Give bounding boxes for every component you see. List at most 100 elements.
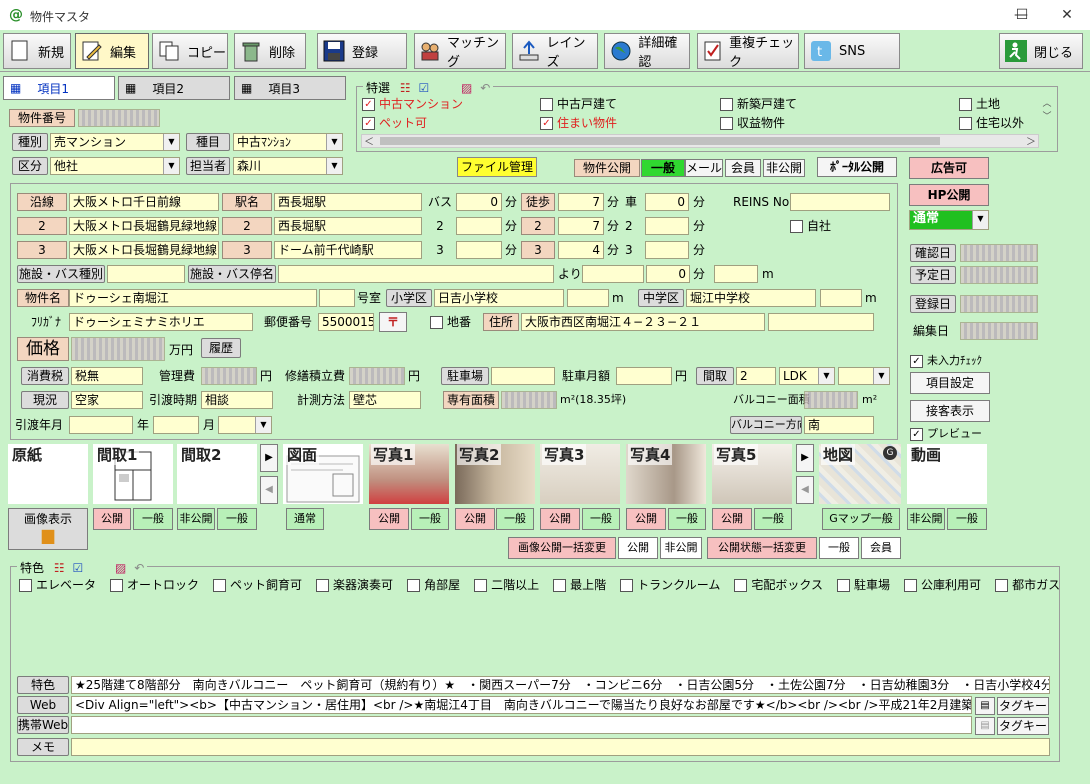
show-image-button[interactable]: 画像表示 ▆ [8,508,88,550]
balcony-dir-field[interactable]: 南 [804,416,874,434]
mi-nyuryoku-checkbox[interactable]: ✓ 未入力ﾁｪｯｸ [910,352,982,370]
car-field[interactable] [645,217,689,235]
img-ippan-button[interactable]: 一般 [754,508,792,530]
photo1-thumb[interactable]: 写真1 [369,444,449,504]
reins-button[interactable]: レインズ [512,33,598,70]
tab-item3[interactable]: ▦ 項目3 [234,76,346,100]
img-ippan-button[interactable]: 一般 [217,508,257,530]
chiban-checkbox[interactable]: 地番 [430,313,471,331]
henshu-field[interactable] [960,322,1038,340]
tokushoku-checkbox[interactable]: ペット飼育可 [213,577,302,593]
jisha-checkbox[interactable]: 自社 [790,217,831,235]
pub-kaiin-button[interactable]: 会員 [725,159,761,177]
img-tsujo-button[interactable]: 通常 [286,508,324,530]
status-select[interactable]: 通常 ▼ [909,210,989,230]
photo2-thumb[interactable]: 写真2 [455,444,535,504]
memo-field[interactable] [71,738,1050,756]
genshi-thumb[interactable]: 原紙 [8,444,88,504]
tokushoku-text-button[interactable]: 特色 [17,676,69,694]
shogaku-dist-field[interactable] [567,289,609,307]
detail-button[interactable]: 詳細確認 [604,33,690,70]
img-ippan-button[interactable]: 一般 [582,508,620,530]
ad-button[interactable]: 広告可 [909,157,989,179]
chugaku-button[interactable]: 中学区 [638,289,684,307]
zumen-thumb[interactable]: 図面 [283,444,363,504]
img-kokai-button[interactable]: 公開 [93,508,131,530]
shumoku-button[interactable]: 種目 [186,133,230,151]
postal-lookup-button[interactable]: 〒 [379,312,407,332]
price-field[interactable] [71,337,165,361]
pub-ippan-button[interactable]: 一般 [641,159,685,177]
hp-button[interactable]: HP公開 [909,184,989,206]
edit-button[interactable]: 編集 [75,33,149,69]
chugaku-dist-field[interactable] [820,289,862,307]
tokusen-checkbox[interactable]: 中古戸建て [540,96,617,112]
sekkyaku-button[interactable]: 接客表示 [910,400,990,422]
img-kokai-button[interactable]: 公開 [626,508,666,530]
img-ippan-button[interactable]: 一般 [133,508,173,530]
dist-field[interactable]: 0 [646,265,690,283]
tax-button[interactable]: 消費税 [21,367,69,385]
tokusen-checkbox[interactable]: ✓ 住まい物件 [540,115,617,131]
img-kokai-button[interactable]: 公開 [369,508,409,530]
bulk-kaiin-button[interactable]: 会員 [861,537,901,559]
balcony-dir-button[interactable]: バルコニー方向 [730,416,802,434]
delete-button[interactable]: 削除 [234,33,306,69]
img-hikokai-button[interactable]: 非公開 [907,508,945,530]
bus-stop-field[interactable] [278,265,554,283]
img-kokai-button[interactable]: 公開 [540,508,580,530]
preview-checkbox[interactable]: ✓ プレビュー [910,425,982,443]
bus-stop-button[interactable]: 施設・バス停名 [188,265,276,283]
tab-item1[interactable]: ▦ 項目1 [3,76,115,100]
bukken-no-field[interactable] [78,109,160,127]
toroku-button[interactable]: 登録日 [910,295,956,313]
img-kokai-button[interactable]: 公開 [455,508,495,530]
tokusen-checkbox[interactable]: 土地 [959,96,1000,112]
car-field[interactable] [645,241,689,259]
route-line-field[interactable]: 大阪メトロ長堀鶴見緑地線 [69,241,219,259]
koumoku-button[interactable]: 項目設定 [910,372,990,394]
kakunin-button[interactable]: 確認日 [910,244,956,262]
madori-type-select[interactable]: LDK ▼ [779,367,835,385]
senyu-field[interactable] [501,391,557,409]
sns-button[interactable]: t SNS [804,33,900,69]
shumoku-select[interactable]: 中古ﾏﾝｼｮﾝ ▼ [233,133,343,151]
keisoku-field[interactable]: 壁芯 [349,391,421,409]
shubetsu-select[interactable]: 売マンション ▼ [50,133,180,151]
tokushoku-checkbox[interactable]: 駐車場 [837,577,890,593]
bus-field[interactable]: 0 [456,193,502,211]
tokusen-hscroll[interactable]: ＜ ＞ [361,134,1039,148]
zip-field[interactable]: 5500015 [318,313,374,331]
scroll-thumb[interactable] [380,137,940,145]
img-ippan-button[interactable]: 一般 [411,508,449,530]
tab-item2[interactable]: ▦ 項目2 [118,76,230,100]
madori-extra-select[interactable]: ▼ [838,367,890,385]
madori-no-field[interactable]: 2 [736,367,776,385]
video-thumb[interactable]: 動画 [907,444,987,504]
photo5-thumb[interactable]: 写真5 [712,444,792,504]
pub-hikokai-button[interactable]: 非公開 [763,159,805,177]
photo3-thumb[interactable]: 写真3 [540,444,620,504]
register-button[interactable]: 登録 [317,33,407,69]
photo-prev-button[interactable]: ◀ [796,476,814,504]
bulk-kokai-button[interactable]: 公開 [618,537,658,559]
delivery-year-field[interactable] [69,416,133,434]
memo-button[interactable]: メモ [17,738,69,756]
matching-button[interactable]: マッチング [414,33,506,70]
web-field[interactable]: <Div Align="left"><b>【中古マンション・居住用】<br />… [71,696,972,714]
route-station-field[interactable]: 西長堀駅 [274,217,422,235]
kakunin-field[interactable] [960,244,1038,262]
copy-button[interactable]: コピー [152,33,228,69]
portal-button[interactable]: ﾎﾟｰﾀﾙ公開 [817,157,897,177]
img-ippan-button[interactable]: 一般 [947,508,987,530]
route-line-field[interactable]: 大阪メトロ千日前線 [69,193,219,211]
photo-next-button[interactable]: ▶ [796,444,814,472]
duplicate-check-button[interactable]: 重複チェック [697,33,799,70]
hikiwatashi-field[interactable]: 相談 [201,391,273,409]
img-hikokai-button[interactable]: 非公開 [177,508,215,530]
madori-button[interactable]: 間取 [696,367,734,385]
tanto-select[interactable]: 森川 ▼ [233,157,343,175]
img-kokai-button[interactable]: 公開 [712,508,752,530]
walk-field[interactable]: 4 [558,241,604,259]
tokushoku-checkbox[interactable]: 角部屋 [407,577,460,593]
